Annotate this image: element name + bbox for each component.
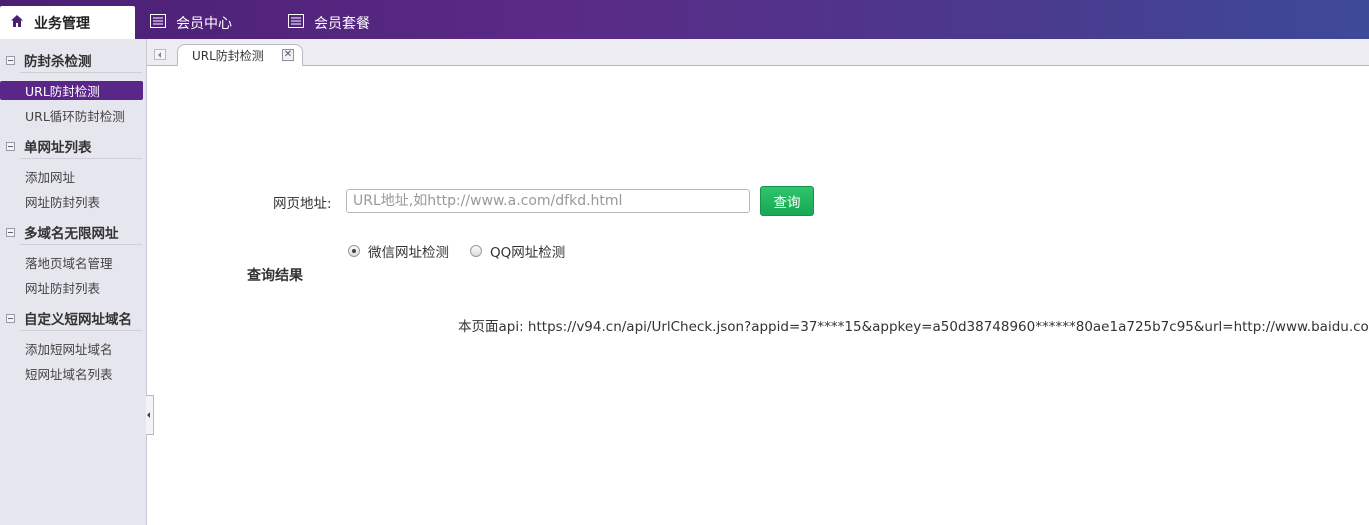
divider <box>20 244 142 245</box>
api-info-text: 本页面api: https://v94.cn/api/UrlCheck.json… <box>458 319 1369 335</box>
close-icon[interactable]: ✕ <box>282 49 294 61</box>
radio-unchecked-icon <box>470 245 482 257</box>
url-label: 网页地址: <box>273 196 332 212</box>
sidebar-item-url-loop-check[interactable]: URL循环防封检测 <box>0 106 143 125</box>
radio-qq-check[interactable]: QQ网址检测 <box>470 241 565 261</box>
url-input[interactable] <box>346 189 750 213</box>
list-icon <box>288 13 304 32</box>
radio-checked-icon <box>348 245 360 257</box>
sidebar-group-title: 单网址列表 <box>24 140 92 156</box>
top-tab-member-center[interactable]: 会员中心 <box>150 6 270 39</box>
sidebar-collapse-handle[interactable] <box>146 395 154 435</box>
sidebar-item-landing-domain[interactable]: 落地页域名管理 <box>0 253 143 272</box>
radio-label: 微信网址检测 <box>368 245 449 261</box>
top-tab-label: 业务管理 <box>34 15 90 32</box>
sidebar: 防封杀检测 URL防封检测 URL循环防封检测 单网址列表 添加网址 网址防封列… <box>0 39 147 525</box>
result-title: 查询结果 <box>247 268 303 284</box>
tab-strip: URL防封检测 ✕ <box>147 39 1369 66</box>
tab-url-check[interactable]: URL防封检测 ✕ <box>177 44 303 66</box>
collapse-icon <box>6 227 15 237</box>
radio-label: QQ网址检测 <box>490 245 566 261</box>
sidebar-group-anti-block[interactable]: 防封杀检测 <box>0 48 147 72</box>
query-button[interactable]: 查询 <box>760 186 814 216</box>
divider <box>20 72 142 73</box>
sidebar-item-url-list-2[interactable]: 网址防封列表 <box>0 278 143 297</box>
top-tab-member-package[interactable]: 会员套餐 <box>288 6 408 39</box>
sidebar-item-url-list[interactable]: 网址防封列表 <box>0 192 143 211</box>
sidebar-item-add-url[interactable]: 添加网址 <box>0 167 143 186</box>
sidebar-item-add-short-domain[interactable]: 添加短网址域名 <box>0 339 143 358</box>
divider <box>20 158 142 159</box>
list-icon <box>150 13 166 32</box>
home-icon <box>10 14 24 32</box>
top-tab-label: 会员中心 <box>176 15 232 32</box>
collapse-icon <box>6 313 15 323</box>
sidebar-group-title: 防封杀检测 <box>24 54 92 70</box>
sidebar-group-short-url[interactable]: 自定义短网址域名 <box>0 306 147 330</box>
tab-label: URL防封检测 <box>192 49 264 63</box>
radio-wechat-check[interactable]: 微信网址检测 <box>348 241 449 261</box>
top-nav-bar: 业务管理 会员中心 会员套餐 <box>0 0 1369 39</box>
top-tab-label: 会员套餐 <box>314 15 370 32</box>
sidebar-group-multi-domain[interactable]: 多域名无限网址 <box>0 220 147 244</box>
top-tab-business[interactable]: 业务管理 <box>0 6 135 39</box>
collapse-icon <box>6 141 15 151</box>
sidebar-group-title: 多域名无限网址 <box>24 226 119 242</box>
sidebar-item-url-check[interactable]: URL防封检测 <box>0 81 143 100</box>
divider <box>20 330 142 331</box>
sidebar-group-single-url[interactable]: 单网址列表 <box>0 134 147 158</box>
sidebar-group-title: 自定义短网址域名 <box>24 312 132 328</box>
sidebar-item-short-domain-list[interactable]: 短网址域名列表 <box>0 364 143 383</box>
tab-scroll-left-icon[interactable] <box>154 49 166 60</box>
collapse-icon <box>6 55 15 65</box>
